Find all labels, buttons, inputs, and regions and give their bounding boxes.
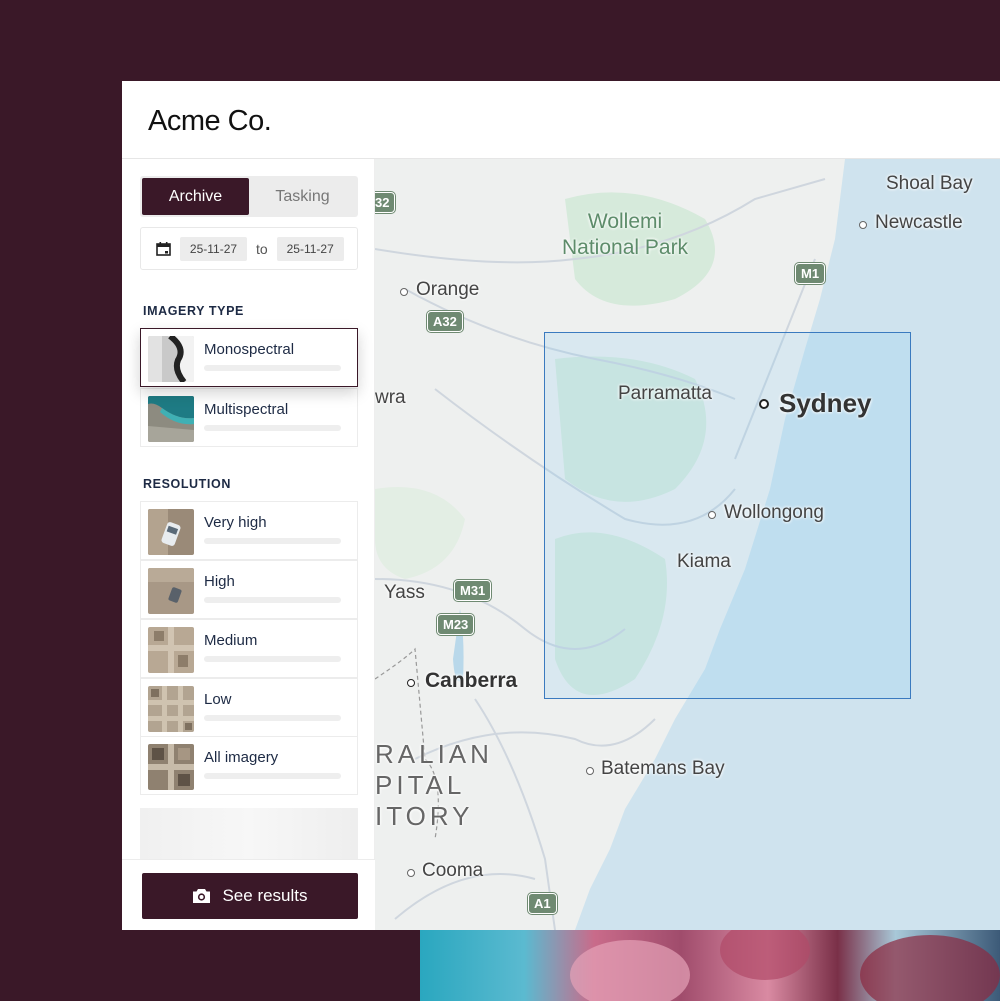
map-label-orange: Orange bbox=[416, 279, 480, 300]
map-label-wollemi: Wollemi National Park bbox=[562, 209, 688, 261]
resolution-option-high[interactable]: High bbox=[140, 560, 358, 619]
skeleton-bar bbox=[204, 425, 341, 431]
road-shield-m31: M31 bbox=[454, 580, 492, 601]
resolution-option-label: Medium bbox=[204, 632, 258, 649]
park-name-line-2: National Park bbox=[562, 236, 689, 259]
skeleton-bar bbox=[204, 597, 341, 603]
city-marker bbox=[708, 511, 716, 519]
medium-thumbnail bbox=[148, 627, 194, 673]
map-label-kiama: Kiama bbox=[677, 551, 731, 572]
map-label-sydney: Sydney bbox=[779, 388, 872, 418]
see-results-button[interactable]: See results bbox=[142, 873, 358, 919]
skeleton-bar bbox=[204, 773, 341, 779]
resolution-option-label: Low bbox=[204, 691, 232, 708]
city-marker bbox=[859, 221, 867, 229]
map-label-batemans-bay: Batemans Bay bbox=[601, 758, 725, 779]
map-label-shoal-bay: Shoal Bay bbox=[886, 173, 973, 194]
app-header: Acme Co. bbox=[122, 81, 1000, 159]
map-label-canberra: Canberra bbox=[425, 669, 518, 692]
low-thumbnail bbox=[148, 686, 194, 732]
resolution-option-low[interactable]: Low bbox=[140, 678, 358, 737]
imagery-option-monospectral[interactable]: Monospectral bbox=[140, 328, 358, 387]
satellite-imagery-preview bbox=[420, 930, 1000, 1001]
map-label-territory-2: PITAL bbox=[375, 770, 466, 800]
skeleton-bar bbox=[204, 656, 341, 662]
resolution-option-very-high[interactable]: Very high bbox=[140, 501, 358, 560]
skeleton-bar bbox=[204, 715, 341, 721]
road-shield-a1: A1 bbox=[528, 893, 557, 914]
multispectral-thumbnail bbox=[148, 396, 194, 442]
very-high-thumbnail bbox=[148, 509, 194, 555]
high-thumbnail bbox=[148, 568, 194, 614]
road-shield-m23: M23 bbox=[437, 614, 475, 635]
road-shield-a32-partial: 32 bbox=[375, 192, 396, 213]
city-marker bbox=[586, 767, 594, 775]
end-date-field[interactable]: 25-11-27 bbox=[276, 236, 344, 261]
map-view[interactable]: Shoal Bay Newcastle Wollemi National Par… bbox=[375, 159, 1000, 930]
start-date-field[interactable]: 25-11-27 bbox=[180, 236, 247, 261]
date-range-picker[interactable]: 25-11-27 to 25-11-27 bbox=[140, 227, 358, 270]
map-label-cowra: wra bbox=[375, 387, 406, 408]
resolution-option-all-imagery[interactable]: All imagery bbox=[140, 736, 358, 795]
tab-tasking[interactable]: Tasking bbox=[249, 178, 356, 215]
skeleton-bar bbox=[204, 538, 341, 544]
mode-switch: Archive Tasking bbox=[140, 176, 358, 217]
sidebar-footer: See results bbox=[122, 859, 375, 930]
calendar-icon bbox=[156, 241, 171, 256]
city-marker bbox=[407, 679, 415, 687]
resolution-option-label: High bbox=[204, 573, 235, 590]
camera-icon bbox=[193, 889, 211, 903]
sidebar: Archive Tasking 25-11-27 to 25-11-27 IMA… bbox=[122, 159, 375, 930]
road-shield-m1: M1 bbox=[795, 263, 826, 284]
tab-archive[interactable]: Archive bbox=[142, 178, 249, 215]
road-shield-a32: A32 bbox=[427, 311, 463, 332]
map-label-newcastle: Newcastle bbox=[875, 212, 963, 233]
resolution-heading: RESOLUTION bbox=[143, 477, 231, 491]
resolution-option-medium[interactable]: Medium bbox=[140, 619, 358, 678]
resolution-option-label: Very high bbox=[204, 514, 267, 531]
resolution-option-label: All imagery bbox=[204, 749, 279, 766]
city-marker bbox=[407, 869, 415, 877]
app-window: Acme Co. Archive Tasking 25-11-27 to 25-… bbox=[122, 81, 1000, 930]
map-label-territory-1: RALIAN bbox=[375, 739, 493, 769]
city-marker bbox=[759, 399, 769, 409]
imagery-option-label: Monospectral bbox=[204, 341, 295, 358]
map-label-territory-3: ITORY bbox=[375, 801, 474, 831]
park-name-line-1: Wollemi bbox=[587, 210, 663, 233]
monospectral-thumbnail bbox=[148, 336, 194, 382]
imagery-option-multispectral[interactable]: Multispectral bbox=[140, 388, 358, 447]
imagery-type-heading: IMAGERY TYPE bbox=[143, 304, 244, 318]
map-label-wollongong: Wollongong bbox=[724, 502, 825, 523]
city-marker bbox=[400, 288, 408, 296]
imagery-option-label: Multispectral bbox=[204, 401, 289, 418]
map-label-yass: Yass bbox=[384, 582, 425, 603]
see-results-label: See results bbox=[222, 886, 308, 905]
map-label-cooma: Cooma bbox=[422, 860, 484, 881]
loading-placeholder bbox=[140, 808, 358, 863]
skeleton-bar bbox=[204, 365, 341, 371]
app-logo: Acme Co. bbox=[148, 105, 272, 137]
all-imagery-thumbnail bbox=[148, 744, 194, 790]
date-separator: to bbox=[256, 240, 268, 257]
map-label-parramatta: Parramatta bbox=[618, 383, 712, 404]
